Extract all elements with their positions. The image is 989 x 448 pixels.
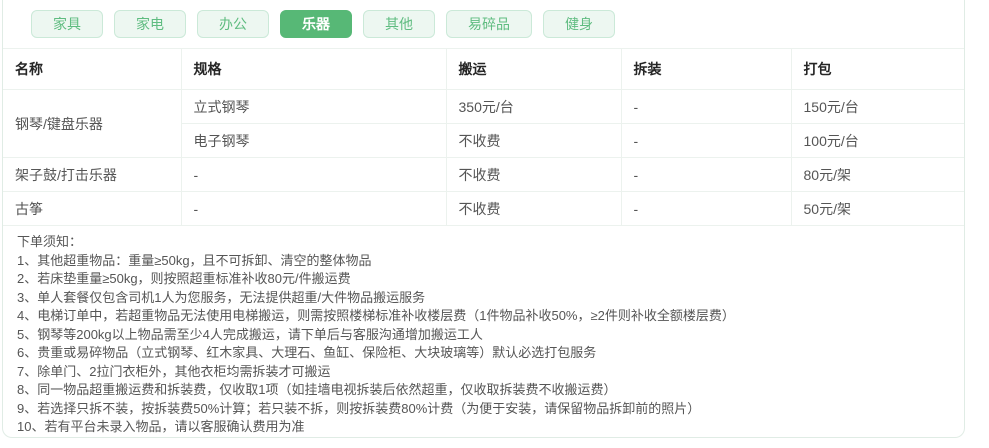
cell-disassembly: -	[620, 123, 792, 158]
tab-others[interactable]: 其他	[363, 10, 435, 38]
column-header-name: 名称	[3, 48, 182, 90]
tab-fragile[interactable]: 易碎品	[446, 10, 532, 38]
notes-title: 下单须知：	[17, 234, 83, 249]
tab-appliances[interactable]: 家电	[114, 10, 186, 38]
table-row: 架子鼓/打击乐器 - 不收费 -80元/架	[3, 157, 964, 192]
pricing-table: 名称 规格 搬运 拆装 打包 钢琴/键盘乐器 立式钢琴 350元/台 -150元/台 电子钢琴不…	[3, 48, 964, 226]
cell-packing: 50元/架	[790, 191, 964, 226]
cell-disassembly: -	[620, 89, 792, 124]
note-item: 9、若选择只拆不装，按拆装费50%计算；若只装不拆，则按拆装费80%计费（为便于…	[17, 400, 701, 416]
tab-fitness[interactable]: 健身	[543, 10, 615, 38]
cell-moving: 不收费	[445, 157, 622, 192]
table-body: 钢琴/键盘乐器 立式钢琴 350元/台 -150元/台 电子钢琴 不收费 -100元/台 架子…	[3, 89, 964, 226]
cell-packing: 150元/台	[790, 89, 964, 124]
cell-name: 架子鼓/打击乐器	[3, 157, 182, 192]
cell-spec: -	[180, 191, 447, 226]
note-item: 1、其他超重物品：重量≥50kg，且不可拆卸、清空的整体物品	[17, 252, 372, 268]
cell-name: 钢琴/键盘乐器	[3, 89, 182, 158]
cell-spec: -	[180, 157, 447, 192]
cell-moving: 不收费	[445, 191, 622, 226]
header-row: 名称 规格 搬运 拆装 打包	[3, 48, 964, 90]
note-item: 3、单人套餐仅包含司机1人为您服务，无法提供超重/大件物品搬运服务	[17, 289, 426, 305]
table-row: 钢琴/键盘乐器 立式钢琴 350元/台 -150元/台	[3, 89, 964, 158]
table-row: 古筝 - 不收费 -50元/架	[3, 191, 964, 226]
cell-name: 古筝	[3, 191, 182, 226]
tab-instruments[interactable]: 乐器	[280, 10, 352, 38]
note-item: 6、贵重或易碎物品（立式钢琴、红木家具、大理石、鱼缸、保险柜、大块玻璃等）默认必…	[17, 345, 597, 360]
column-header-moving: 搬运	[445, 48, 622, 90]
cell-spec: 电子钢琴	[181, 123, 447, 158]
cell-moving: 不收费	[445, 123, 622, 158]
order-notes: 下单须知： 1、其他超重物品：重量≥50kg，且不可拆卸、清空的整体物品 2、若床…	[3, 226, 964, 437]
note-item: 4、电梯订单中，若超重物品无法使用电梯搬运，则需按照楼梯标准补收楼层费（1件物品…	[17, 308, 735, 323]
cell-spec: 立式钢琴	[180, 89, 447, 124]
cell-moving: 350元/台	[445, 89, 622, 124]
note-item: 7、除单门、2拉门衣柜外，其他衣柜均需拆装才可搬运	[17, 363, 331, 379]
note-item: 8、同一物品超重搬运费和拆装费，仅收取1项（如挂墙电视拆装后依然超重，仅收取拆装…	[17, 382, 617, 397]
cell-packing: 100元/台	[790, 123, 964, 158]
column-header-disassembly: 拆装	[620, 48, 792, 90]
table-header: 名称 规格 搬运 拆装 打包	[3, 48, 964, 90]
tab-furniture[interactable]: 家具	[31, 10, 103, 38]
tab-office[interactable]: 办公	[197, 10, 269, 38]
notes-list: 1、其他超重物品：重量≥50kg，且不可拆卸、清空的整体物品 2、若床垫重量≥50…	[17, 252, 950, 437]
cell-disassembly: -	[620, 157, 792, 192]
note-item: 2、若床垫重量≥50kg，则按照超重标准补收80元/件搬运费	[17, 271, 351, 286]
column-header-spec: 规格	[180, 48, 447, 90]
category-tabs: 家具 家电 办公 乐器 其他 易碎品 健身	[3, 0, 964, 48]
column-header-packing: 打包	[790, 48, 964, 90]
pricing-card: 家具 家电 办公 乐器 其他 易碎品 健身 名称 规格 搬运 拆装 打包 钢琴/键盘乐器 立式钢琴 35…	[2, 0, 965, 438]
note-item: 10、若有平台未录入物品，请以客服确认费用为准	[17, 419, 305, 434]
note-item: 5、钢琴等200kg以上物品需至少4人完成搬运，请下单后与客服沟通增加搬运工人	[17, 326, 483, 342]
cell-packing: 80元/架	[790, 157, 964, 192]
cell-disassembly: -	[620, 191, 792, 226]
